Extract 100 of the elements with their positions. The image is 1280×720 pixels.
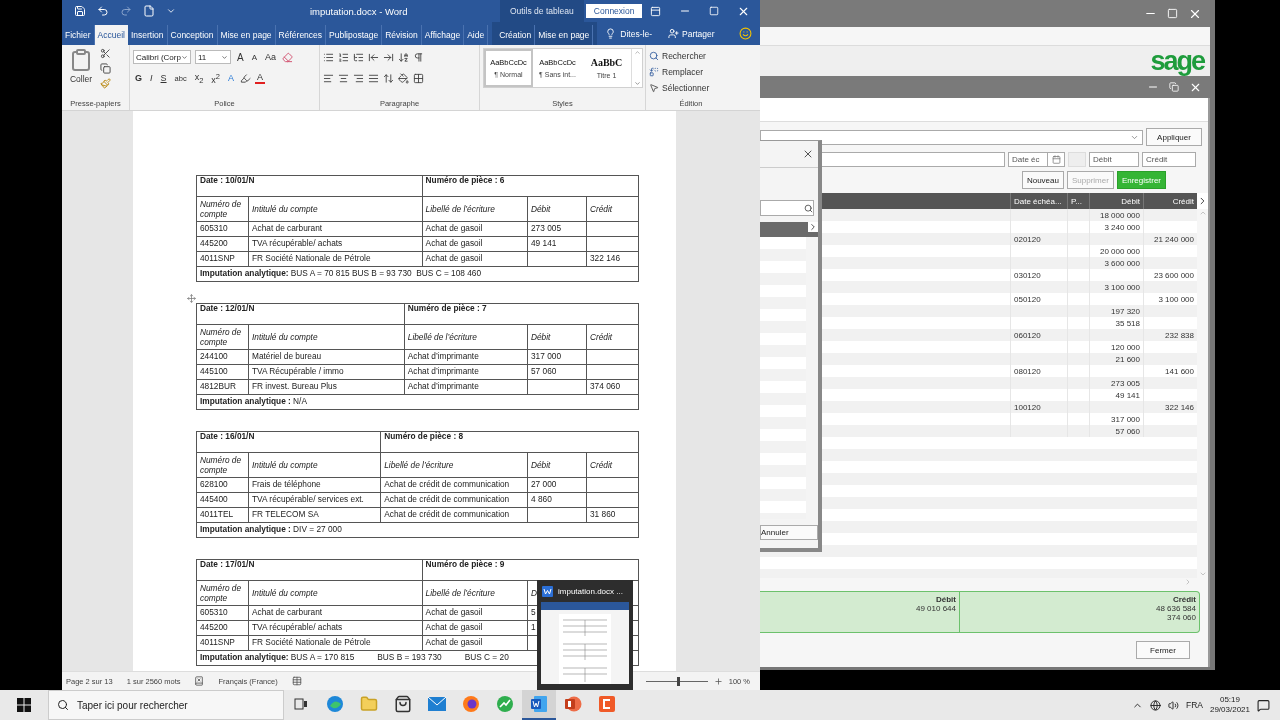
increase-indent-icon[interactable] (383, 51, 394, 63)
proofing-icon[interactable] (194, 676, 205, 686)
table-cell: TVA récupérable/ achats (248, 236, 423, 252)
zoom-in-icon[interactable] (713, 676, 723, 686)
format-button[interactable]: x$^{2}$ (209, 71, 222, 85)
table-cell: 57 060 (527, 364, 587, 380)
align-left-icon[interactable] (323, 72, 334, 84)
align-right-icon[interactable] (353, 72, 364, 84)
context-label: Outils de tableau (500, 0, 584, 22)
font-size-field[interactable]: 11 (195, 50, 231, 64)
notification-icon[interactable] (1257, 698, 1270, 712)
person-add-icon (668, 28, 679, 39)
table-cell: 49 141 (1089, 389, 1143, 401)
shrink-font-button[interactable]: A (249, 52, 259, 62)
paste-button[interactable]: Coller (65, 48, 97, 99)
clipboard-icon (69, 48, 93, 72)
format-button[interactable]: S (158, 73, 169, 83)
clock[interactable]: 05:19 29/03/2021 (1209, 695, 1250, 715)
ribbon-tab[interactable]: Accueil (94, 25, 128, 45)
sign-in-button[interactable]: Connexion (585, 4, 643, 18)
font-color-button[interactable]: A (255, 72, 265, 84)
table-cell: FR invest. Bureau Plus (248, 379, 405, 395)
line-spacing-icon[interactable] (383, 72, 394, 84)
search-field[interactable] (760, 200, 814, 216)
table-cell: 35 518 (1089, 317, 1143, 329)
format-button[interactable]: G (133, 73, 144, 83)
new-document-icon[interactable] (143, 5, 155, 17)
grow-font-button[interactable]: A (235, 51, 246, 63)
scroll-right-icon[interactable] (1197, 193, 1208, 209)
redo-icon[interactable] (120, 5, 132, 17)
format-painter-icon[interactable] (100, 78, 111, 89)
table-cell: Achat de gasoil (422, 221, 528, 237)
maximize-icon[interactable] (1167, 8, 1178, 19)
action-button[interactable]: Nouveau (1021, 171, 1064, 189)
cancel-button[interactable]: Annuler (760, 525, 818, 540)
table-cell: 232 838 (1143, 329, 1197, 341)
close-button[interactable]: Fermer (1136, 641, 1190, 659)
ribbon-display-icon[interactable] (650, 5, 661, 17)
column-header: Numéro de compte (196, 580, 249, 606)
debit-field[interactable]: Débit (1089, 152, 1139, 167)
align-center-icon[interactable] (338, 72, 349, 84)
document-app-icon (542, 585, 553, 597)
edit-command[interactable]: Remplacer (649, 64, 733, 79)
highlighter-icon[interactable] (240, 72, 251, 84)
apply-button[interactable]: Appliquer (1146, 128, 1202, 146)
copy-icon[interactable] (100, 63, 111, 74)
font-family-field[interactable]: Calibri (Corp (133, 50, 191, 64)
speaker-icon[interactable] (1167, 699, 1179, 711)
share-button[interactable]: Partager (662, 22, 721, 45)
table-move-handle-icon[interactable] (187, 294, 196, 303)
justify-icon[interactable] (368, 72, 379, 84)
bullet-list-icon[interactable] (323, 51, 334, 63)
search-icon (649, 50, 659, 61)
table-cell: 4812BUR (196, 379, 249, 395)
format-button[interactable]: I (148, 73, 155, 83)
sort-icon[interactable] (398, 51, 409, 63)
save-icon[interactable] (74, 5, 86, 17)
borders-icon[interactable] (413, 72, 424, 84)
decrease-indent-icon[interactable] (368, 51, 379, 63)
tell-me-field[interactable]: Dites-le- (620, 28, 652, 39)
table-cell: 605310 (196, 221, 249, 237)
taskbar-app[interactable] (522, 690, 556, 720)
pilcrow-icon[interactable] (413, 51, 424, 63)
table-cell: 20 000 000 (1089, 245, 1143, 257)
date-field[interactable]: Date éc (1008, 152, 1048, 167)
macro-icon[interactable] (291, 676, 302, 686)
table-cell: TVA Récupérable / immo (248, 364, 405, 380)
chevron-right-icon[interactable] (808, 222, 818, 232)
smiley-icon[interactable] (739, 27, 752, 40)
shading-icon[interactable] (398, 72, 409, 84)
search-icon[interactable] (804, 203, 813, 213)
numbered-list-icon[interactable] (338, 51, 349, 63)
column-header: Libellé de l’écriture (422, 196, 528, 222)
edit-command[interactable]: Rechercher (649, 48, 733, 63)
calendar-icon[interactable] (1051, 155, 1061, 164)
globe-icon[interactable] (1149, 699, 1161, 711)
credit-field[interactable]: Crédit (1142, 152, 1196, 167)
clear-format-icon[interactable] (282, 51, 294, 63)
cut-icon[interactable] (100, 48, 111, 59)
restore-icon[interactable] (1169, 82, 1179, 92)
total-label: Débit (936, 595, 956, 604)
language-indicator[interactable]: FRA (1185, 700, 1203, 710)
selected-row[interactable] (760, 222, 818, 237)
caret-icon[interactable] (166, 6, 176, 16)
multilevel-list-icon[interactable] (353, 51, 364, 63)
table-cell: 4011TEL (196, 507, 249, 523)
text-effects-button[interactable]: A (226, 73, 236, 83)
lightbulb-icon[interactable] (605, 28, 617, 39)
table-cell: FR Société Nationale de Pétrole (248, 635, 423, 651)
search-field[interactable]: Taper ici pour rechercher (48, 690, 284, 720)
edit-command[interactable]: Sélectionner (649, 80, 733, 95)
maximize-icon[interactable] (709, 6, 719, 16)
column-header: Intitulé du compte (248, 324, 405, 350)
column-header: Libellé de l’écriture (380, 452, 528, 478)
change-case-button[interactable]: Aa (263, 52, 279, 62)
table-cell: 030120 (1010, 269, 1067, 281)
zoom-thumb[interactable] (676, 676, 680, 686)
close-icon[interactable] (802, 148, 814, 160)
format-button[interactable]: x$_{2}$ (192, 71, 206, 85)
undo-icon[interactable] (97, 5, 109, 17)
